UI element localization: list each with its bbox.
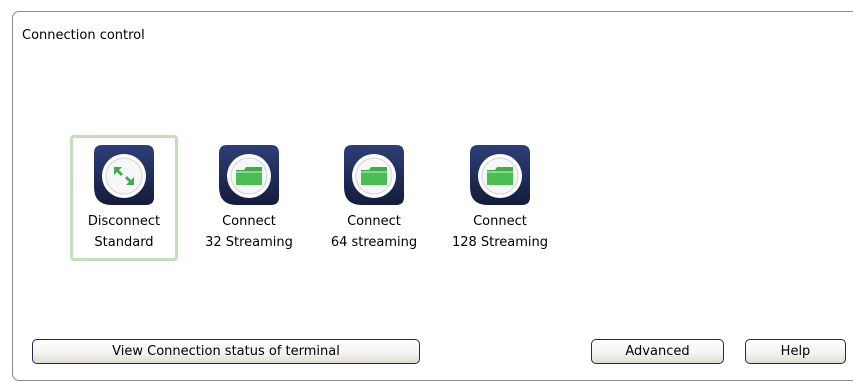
advanced-button[interactable]: Advanced	[591, 339, 724, 364]
tile-connect-32-streaming[interactable]: Connect 32 Streaming	[195, 135, 303, 261]
help-button[interactable]: Help	[745, 339, 846, 364]
tile-label: Connect 128 Streaming	[451, 214, 549, 250]
tile-label: Connect 32 Streaming	[205, 214, 293, 250]
tile-label: Connect 64 streaming	[330, 214, 418, 250]
panel-title: Connection control	[22, 28, 145, 43]
folder-icon	[344, 145, 404, 205]
tile-connect-64-streaming[interactable]: Connect 64 streaming	[320, 135, 428, 261]
folder-icon	[470, 145, 530, 205]
view-connection-status-button[interactable]: View Connection status of terminal	[32, 339, 420, 364]
tile-label: Disconnect Standard	[87, 214, 161, 250]
disconnect-arrows-icon	[94, 145, 154, 205]
tile-connect-128-streaming[interactable]: Connect 128 Streaming	[446, 135, 554, 261]
folder-icon	[219, 145, 279, 205]
tile-disconnect-standard[interactable]: Disconnect Standard	[70, 135, 178, 261]
